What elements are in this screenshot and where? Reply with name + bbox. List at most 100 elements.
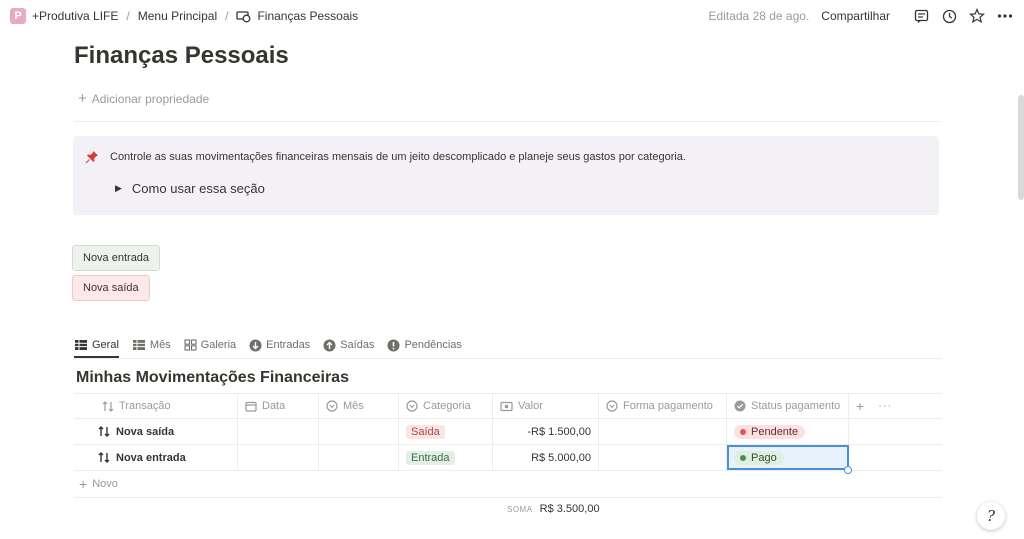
- sort-arrows-icon: [98, 426, 110, 437]
- cell-categoria[interactable]: Entrada: [399, 445, 493, 470]
- sort-arrows-icon: [98, 452, 110, 463]
- tab-label: Pendências: [404, 339, 462, 351]
- sum-value: R$ 3.500,00: [539, 503, 600, 515]
- add-property-label: Adicionar propriedade: [91, 92, 210, 106]
- top-actions: Editada 28 de ago. Compartilhar: [709, 7, 1014, 25]
- column-header-mes[interactable]: Mês: [319, 394, 399, 418]
- database-title[interactable]: Minhas Movimentações Financeiras: [76, 369, 349, 387]
- view-tabs: Geral Mês Galeria Entradas Saídas Pendên…: [74, 334, 942, 359]
- add-property-button[interactable]: + Adicionar propriedade: [78, 90, 210, 107]
- column-header-transacao[interactable]: Transação: [74, 394, 238, 418]
- tab-entradas[interactable]: Entradas: [249, 334, 310, 356]
- new-entry-button[interactable]: Nova entrada: [72, 245, 161, 271]
- page-title[interactable]: Finanças Pessoais: [74, 42, 289, 70]
- share-button[interactable]: Compartilhar: [821, 9, 890, 23]
- toggle-how-to-use[interactable]: ▶ Como usar essa seção: [115, 181, 265, 196]
- plus-icon: +: [78, 90, 87, 107]
- column-header-forma-pagamento[interactable]: Forma pagamento: [599, 394, 727, 418]
- tab-galeria[interactable]: Galeria: [184, 334, 236, 356]
- cell-transacao[interactable]: Nova saída: [74, 419, 238, 444]
- cell-valor[interactable]: -R$ 1.500,00: [493, 419, 599, 444]
- scrollbar-thumb[interactable]: [1018, 95, 1024, 200]
- clock-icon[interactable]: [940, 7, 958, 25]
- cell-forma-pagamento[interactable]: [599, 419, 727, 444]
- tab-pendencias[interactable]: Pendências: [387, 334, 462, 356]
- status-dot-icon: [740, 454, 746, 461]
- top-bar: P +Produtiva LIFE / Menu Principal / Fin…: [0, 0, 1024, 32]
- toggle-label: Como usar essa seção: [131, 181, 265, 196]
- transactions-table: Transação Data Mês Categoria Valor Forma…: [74, 393, 942, 498]
- column-header-valor[interactable]: Valor: [493, 394, 599, 418]
- tab-label: Mês: [149, 339, 171, 351]
- tab-label: Entradas: [266, 339, 311, 351]
- arrow-down-circle-icon: [249, 339, 262, 351]
- column-header-data[interactable]: Data: [238, 394, 319, 418]
- table-row[interactable]: Nova entrada Entrada R$ 5.000,00 Pago: [74, 445, 942, 474]
- breadcrumb: P +Produtiva LIFE / Menu Principal / Fin…: [10, 8, 358, 24]
- callout-block: Controle as suas movimentações financeir…: [73, 136, 939, 215]
- cell-status[interactable]: Pendente: [727, 419, 849, 444]
- tab-saidas[interactable]: Saídas: [323, 334, 374, 356]
- category-tag: Saída: [406, 424, 445, 439]
- status-dot-icon: [740, 428, 746, 435]
- row-title: Nova saída: [116, 425, 175, 438]
- new-exit-button[interactable]: Nova saída: [72, 275, 150, 301]
- tab-geral[interactable]: Geral: [74, 334, 119, 358]
- edited-timestamp: Editada 28 de ago.: [708, 9, 810, 23]
- more-options-icon[interactable]: ···: [878, 400, 892, 412]
- select-icon: [326, 400, 338, 412]
- calendar-icon: [245, 401, 257, 412]
- star-icon[interactable]: [968, 7, 986, 25]
- cell-status-selected[interactable]: Pago: [727, 445, 852, 474]
- breadcrumb-item-menu[interactable]: Menu Principal: [138, 9, 217, 23]
- tab-label: Geral: [92, 339, 119, 351]
- triangle-right-icon[interactable]: ▶: [115, 183, 122, 194]
- status-badge: Pendente: [734, 424, 806, 439]
- plus-icon: +: [79, 476, 88, 492]
- breadcrumb-separator: /: [126, 9, 130, 23]
- cell-data[interactable]: [238, 419, 319, 444]
- status-icon: [734, 400, 746, 412]
- callout-text: Controle as suas movimentações financeir…: [110, 151, 686, 163]
- cell-empty: [849, 445, 942, 470]
- select-icon: [406, 400, 418, 412]
- sort-arrows-icon: [102, 400, 114, 412]
- new-row-button[interactable]: + Novo: [74, 471, 942, 498]
- column-header-status-pagamento[interactable]: Status pagamento: [727, 394, 849, 418]
- table-icon: [132, 340, 145, 350]
- cell-categoria[interactable]: Saída: [399, 419, 493, 444]
- help-icon: ?: [986, 507, 996, 525]
- comment-icon[interactable]: [912, 7, 930, 25]
- cell-forma-pagamento[interactable]: [599, 445, 727, 470]
- cell-mes[interactable]: [319, 445, 399, 470]
- sum-footer[interactable]: SOMA R$ 3.500,00: [507, 503, 600, 515]
- table-row[interactable]: Nova saída Saída -R$ 1.500,00 Pendente: [74, 419, 942, 445]
- row-title: Nova entrada: [116, 451, 186, 464]
- cell-data[interactable]: [238, 445, 319, 470]
- column-header-actions: + ···: [849, 394, 942, 418]
- select-icon: [606, 400, 618, 412]
- tab-mes[interactable]: Mês: [132, 334, 171, 356]
- tab-label: Saídas: [340, 339, 375, 351]
- add-column-icon[interactable]: +: [856, 398, 864, 414]
- breadcrumb-item-current[interactable]: Finanças Pessoais: [257, 9, 358, 23]
- help-button[interactable]: ?: [977, 502, 1005, 530]
- table-icon: [75, 340, 87, 350]
- alert-circle-icon: [387, 339, 400, 351]
- pushpin-icon[interactable]: [85, 150, 99, 169]
- divider: [74, 121, 940, 122]
- resize-handle[interactable]: [844, 466, 852, 474]
- money-icon: [236, 10, 252, 23]
- more-icon[interactable]: [996, 7, 1014, 25]
- cell-mes[interactable]: [319, 419, 399, 444]
- table-header: Transação Data Mês Categoria Valor Forma…: [74, 393, 942, 419]
- tab-label: Galeria: [200, 339, 237, 351]
- cell-transacao[interactable]: Nova entrada: [74, 445, 238, 470]
- gallery-icon: [184, 339, 197, 351]
- workspace-logo-icon[interactable]: P: [10, 8, 26, 24]
- column-header-categoria[interactable]: Categoria: [399, 394, 493, 418]
- breadcrumb-item-workspace[interactable]: +Produtiva LIFE: [32, 9, 118, 23]
- cell-valor[interactable]: R$ 5.000,00: [493, 445, 599, 470]
- cell-empty: [849, 419, 942, 444]
- category-tag: Entrada: [406, 450, 455, 465]
